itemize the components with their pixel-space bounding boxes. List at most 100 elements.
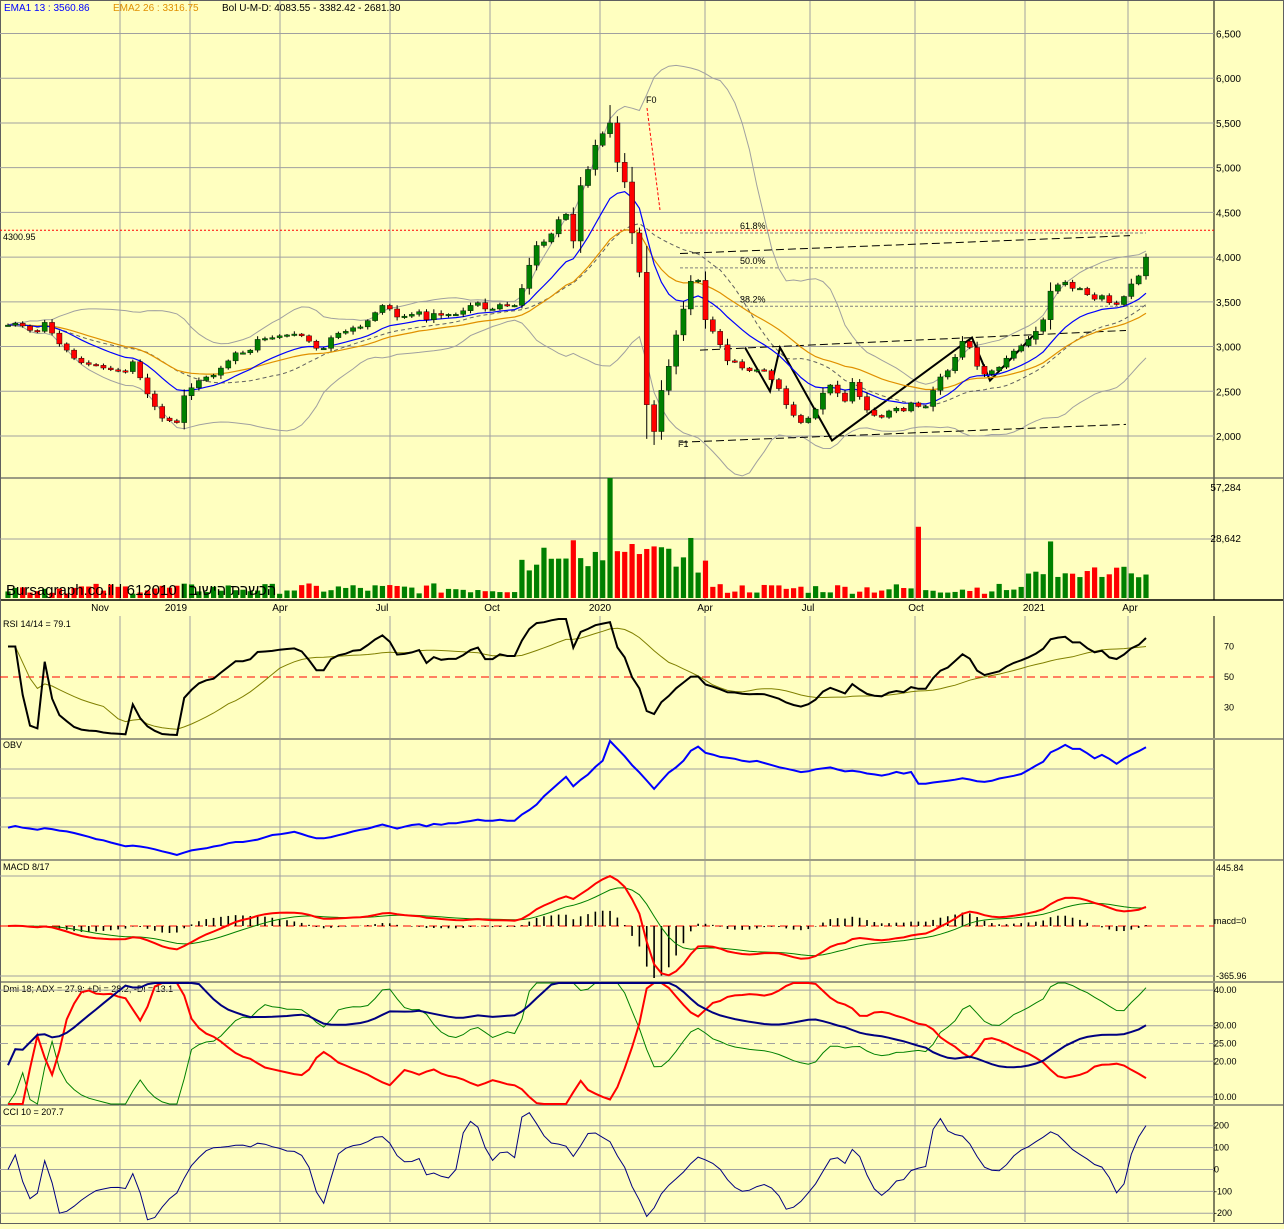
price-tick-label: 6,000 — [1216, 74, 1241, 85]
candle-down — [776, 379, 782, 389]
time-axis-label: Jul — [802, 603, 815, 614]
volume-bar — [1128, 573, 1134, 598]
price-tick-label: 6,500 — [1216, 30, 1241, 41]
candle-up — [680, 308, 687, 336]
candle-up — [5, 324, 11, 327]
candle-up — [607, 122, 613, 134]
volume-bar — [974, 587, 980, 598]
volume-bar — [783, 588, 789, 598]
fibonacci-label: 61.8% — [740, 221, 766, 231]
time-axis-label: Nov — [91, 603, 109, 614]
volume-bar — [952, 591, 958, 598]
volume-bar — [673, 566, 679, 598]
volume-bar — [526, 570, 532, 598]
candle-up — [196, 380, 202, 388]
candle-up — [1033, 331, 1039, 340]
candle-up — [658, 390, 665, 432]
candle-down — [871, 409, 878, 416]
candle-up — [416, 311, 422, 315]
candle-up — [944, 370, 951, 378]
candle-up — [952, 357, 958, 371]
volume-bar — [548, 558, 554, 598]
candle-up — [1121, 296, 1127, 305]
dmi-title: Dmi 18; ADX = 27.9; +Di = 28.2; -Di = 13… — [3, 984, 173, 994]
volume-bar — [879, 590, 885, 598]
volume-bar — [475, 590, 481, 598]
volume-bar — [328, 590, 334, 598]
candle-up — [805, 417, 812, 423]
candle-down — [1069, 281, 1076, 289]
candle-down — [313, 340, 320, 349]
candle-up — [489, 308, 496, 311]
volume-bar — [724, 592, 731, 598]
rsi-axis-label: 50 — [1224, 672, 1234, 682]
candle-up — [849, 382, 856, 402]
candle-up — [335, 332, 342, 338]
dmi-axis-label: 10.00 — [1214, 1092, 1237, 1102]
volume-bar — [357, 587, 364, 598]
volume-bar — [321, 591, 327, 598]
candle-up — [431, 313, 437, 320]
candle-down — [614, 122, 621, 163]
candle-down — [137, 361, 143, 379]
volume-bar — [585, 566, 591, 598]
candle-down — [122, 370, 129, 373]
volume-bar — [511, 592, 518, 598]
volume-bar — [886, 589, 892, 598]
candle-up — [240, 352, 246, 355]
volume-bar — [732, 591, 738, 598]
volume-bar — [622, 551, 628, 598]
candle-up — [599, 133, 606, 146]
stock-chart-svg: 6,500 6,000 5,500 5,000 4,500 4,000 3,500 3,000… — [0, 0, 1284, 1224]
candle-up — [467, 305, 474, 311]
fibonacci-label: 38.2% — [740, 294, 766, 304]
volume-bar — [798, 586, 804, 598]
volume-bar — [445, 588, 452, 598]
volume-bar — [592, 551, 598, 598]
candle-up — [1143, 256, 1149, 277]
candle-down — [643, 272, 650, 405]
volume-bar — [1121, 566, 1127, 598]
volume-bar — [460, 589, 466, 598]
volume-bar — [1003, 590, 1010, 598]
candle-up — [328, 337, 334, 349]
price-tick-label: 3,500 — [1216, 298, 1241, 309]
rsi-axis-label: 70 — [1224, 642, 1234, 652]
candle-up — [276, 335, 283, 338]
candle-up — [232, 352, 239, 362]
volume-bar — [387, 585, 393, 598]
candle-down — [100, 365, 107, 369]
volume-bar — [1047, 541, 1054, 598]
macd-title: MACD 8/17 — [3, 862, 50, 872]
candle-down — [651, 404, 657, 432]
candle-down — [710, 319, 716, 332]
candle-up — [445, 314, 452, 317]
time-axis-label: Jul — [376, 603, 389, 614]
volume-bar — [827, 592, 833, 598]
cci-axis-label: -100 — [1214, 1186, 1232, 1196]
candle-down — [915, 402, 922, 407]
volume-bar — [519, 559, 525, 598]
candle-up — [519, 288, 525, 306]
volume-bar — [372, 585, 378, 598]
volume-max-label: 57,284 — [1210, 483, 1241, 494]
volume-bar — [996, 583, 1002, 598]
volume-bar — [350, 585, 356, 598]
candle-up — [291, 333, 298, 336]
time-axis-label: 2020 — [589, 603, 612, 614]
candle-down — [115, 369, 121, 372]
volume-bar — [842, 586, 848, 598]
volume-bar — [313, 585, 319, 598]
candle-down — [790, 404, 797, 416]
candle-down — [27, 325, 33, 331]
candle-up — [592, 145, 599, 170]
volume-bar — [453, 589, 459, 598]
volume-bar — [379, 585, 386, 598]
candle-down — [71, 349, 77, 359]
volume-bar — [291, 590, 297, 598]
candle-up — [1062, 281, 1069, 286]
price-tick-label: 2,000 — [1216, 432, 1241, 443]
volume-bar — [1084, 571, 1090, 598]
candle-up — [820, 392, 826, 410]
candle-up — [130, 361, 136, 372]
